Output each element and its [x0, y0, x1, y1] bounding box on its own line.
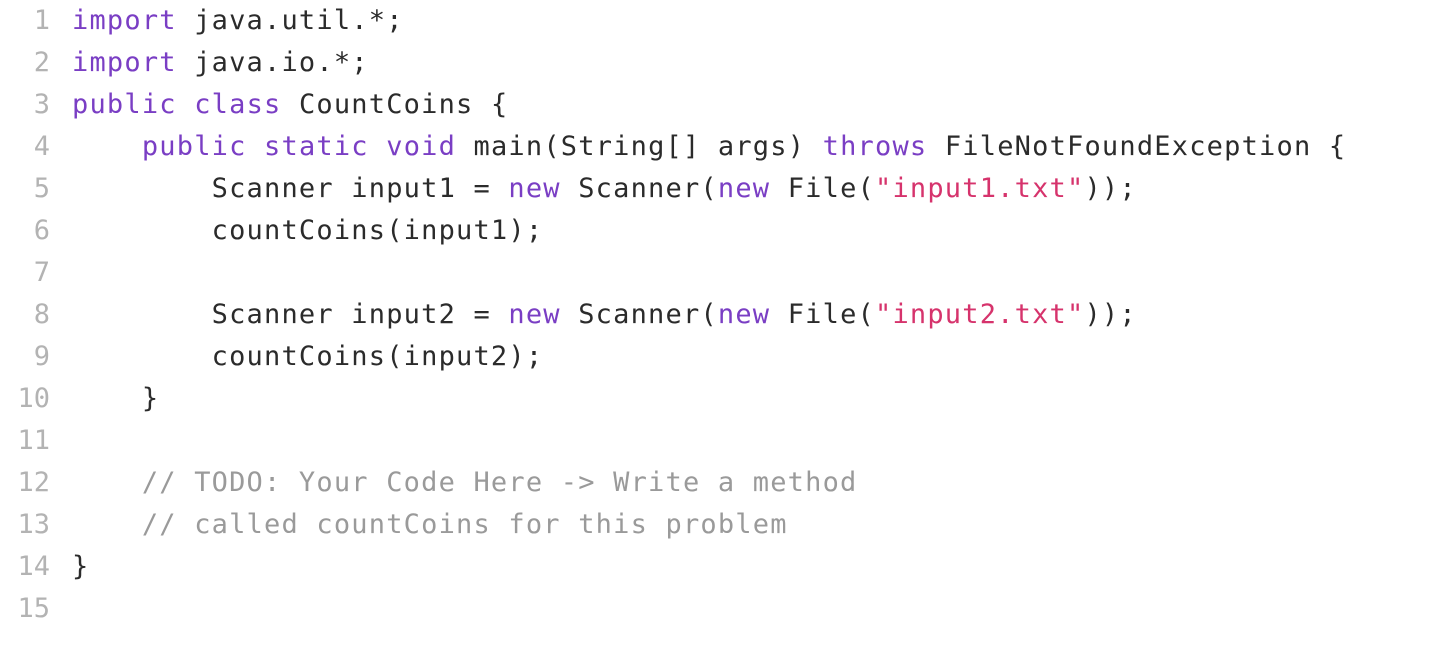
keyword-token: void: [386, 131, 457, 162]
code-token: java.util.*;: [176, 5, 404, 36]
keyword-token: new: [717, 173, 771, 204]
keyword-token: public: [141, 131, 247, 162]
code-token: Scanner(: [560, 299, 718, 330]
code-token: File(: [770, 299, 875, 330]
line-number: 8: [33, 299, 50, 330]
code-text: import java.util.*;: [72, 0, 404, 42]
code-text: countCoins(input2);: [72, 336, 543, 378]
code-line[interactable]: 14}: [0, 546, 1454, 588]
keyword-token: public: [72, 89, 177, 120]
keyword-token: class: [194, 89, 282, 120]
code-line[interactable]: 2 import java.io.*;: [0, 42, 1454, 84]
comment-token: // TODO: Your Code Here -> Write a metho…: [72, 467, 858, 498]
string-token: "input1.txt": [874, 173, 1085, 204]
code-text: public static void main(String[] args) t…: [72, 126, 1346, 168]
code-text: }: [72, 546, 89, 588]
code-line[interactable]: 9 countCoins(input2);: [0, 336, 1454, 378]
code-token: ));: [1084, 299, 1137, 330]
keyword-token: import: [72, 47, 177, 78]
code-text: // TODO: Your Code Here -> Write a metho…: [72, 462, 858, 504]
line-number: 13: [17, 509, 50, 540]
code-line[interactable]: 10 }: [0, 378, 1454, 420]
code-line[interactable]: 13 // called countCoins for this problem: [0, 504, 1454, 546]
code-text: // called countCoins for this problem: [72, 504, 788, 546]
line-number: 1: [33, 5, 50, 36]
string-token: "input2.txt": [874, 299, 1085, 330]
keyword-token: new: [508, 173, 561, 204]
code-text: }: [72, 378, 159, 420]
code-token: java.io.*;: [176, 47, 369, 78]
code-token: Scanner input2 =: [72, 299, 509, 330]
line-number: 12: [17, 467, 50, 498]
line-number: 3: [33, 89, 50, 120]
code-token: }: [72, 383, 160, 414]
code-token: countCoins(input2);: [72, 341, 544, 372]
code-text: Scanner input1 = new Scanner(new File("i…: [72, 168, 1137, 210]
line-number: 11: [17, 425, 50, 456]
code-text: countCoins(input1);: [72, 210, 543, 252]
code-token: CountCoins {: [281, 89, 509, 120]
line-number: 10: [17, 383, 50, 414]
code-line[interactable]: 15: [0, 588, 1454, 630]
code-editor[interactable]: 1 import java.util.*; 2 import java.io.*; 3 p…: [0, 0, 1454, 630]
code-text: Scanner input2 = new Scanner(new File("i…: [72, 294, 1137, 336]
line-number: 5: [33, 173, 50, 204]
keyword-token: new: [717, 299, 771, 330]
comment-token: // called countCoins for this problem: [72, 509, 788, 540]
code-token: Scanner(: [560, 173, 718, 204]
code-line[interactable]: 5 Scanner input1 = new Scanner(new File(…: [0, 168, 1454, 210]
code-line[interactable]: 3 public class CountCoins {: [0, 84, 1454, 126]
line-number: 9: [33, 341, 50, 372]
code-line[interactable]: 1 import java.util.*;: [0, 0, 1454, 42]
line-number: 2: [33, 47, 50, 78]
code-line[interactable]: 4 public static void main(String[] args)…: [0, 126, 1454, 168]
code-token: Scanner input1 =: [72, 173, 509, 204]
line-number: 15: [17, 593, 50, 624]
keyword-token: throws: [822, 131, 928, 162]
line-number: 7: [33, 257, 50, 288]
code-token: ));: [1084, 173, 1137, 204]
keyword-token: import: [72, 5, 177, 36]
code-token: File(: [770, 173, 875, 204]
code-token: countCoins(input1);: [72, 215, 544, 246]
code-token: FileNotFoundException {: [927, 131, 1347, 162]
code-line[interactable]: 7: [0, 252, 1454, 294]
keyword-token: static: [264, 131, 369, 162]
code-text: import java.io.*;: [72, 42, 369, 84]
code-line[interactable]: 8 Scanner input2 = new Scanner(new File(…: [0, 294, 1454, 336]
line-number: 14: [17, 551, 50, 582]
line-number: 4: [33, 131, 50, 162]
code-text: public class CountCoins {: [72, 84, 508, 126]
code-line[interactable]: 12 // TODO: Your Code Here -> Write a me…: [0, 462, 1454, 504]
code-line[interactable]: 11: [0, 420, 1454, 462]
code-token: }: [72, 551, 90, 582]
keyword-token: new: [508, 299, 561, 330]
code-line[interactable]: 6 countCoins(input1);: [0, 210, 1454, 252]
line-number: 6: [33, 215, 50, 246]
code-token: main(String[] args): [456, 131, 823, 162]
